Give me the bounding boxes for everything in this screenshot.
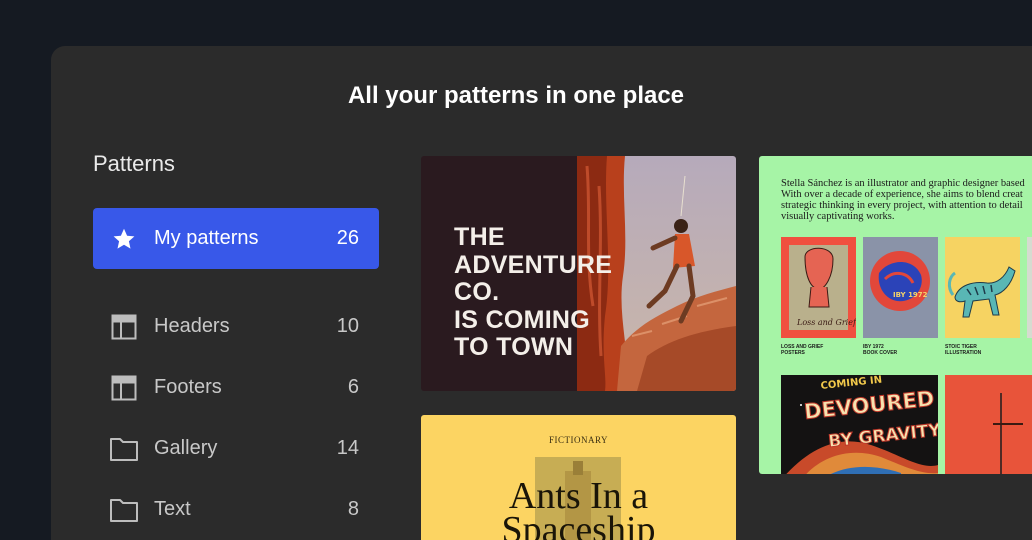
footer-layout-icon: [109, 373, 139, 403]
portfolio-thumb-orange: [945, 375, 1032, 474]
sidebar-item-text[interactable]: Text 8: [93, 479, 379, 540]
ants-publisher-label: FICTIONARY: [548, 435, 608, 445]
pattern-card-adventure[interactable]: THE ADVENTURE CO. IS COMING TO TOWN: [421, 156, 736, 391]
sidebar-item-label: Footers: [154, 376, 222, 398]
sidebar-title: Patterns: [93, 151, 175, 176]
portfolio-thumb-partial: [1027, 237, 1032, 338]
sidebar-item-label: Text: [154, 498, 191, 520]
sidebar-item-count: 6: [347, 376, 359, 398]
folder-icon: [109, 434, 139, 464]
portfolio-thumb-iby-1972: IBY 1972: [863, 237, 938, 338]
sidebar-item-label: Gallery: [154, 437, 218, 459]
sidebar-item-label: Headers: [154, 315, 230, 337]
svg-text:Loss and Grief: Loss and Grief: [796, 318, 856, 327]
sidebar-item-count: 8: [347, 498, 359, 520]
svg-text:IBY 1972: IBY 1972: [893, 291, 928, 299]
folder-icon: [109, 495, 139, 525]
sidebar-item-footers[interactable]: Footers 6: [93, 357, 379, 418]
pattern-card-portfolio[interactable]: Stella Sánchez is an illustrator and gra…: [759, 156, 1032, 474]
portfolio-thumb-devoured-by-gravity: COMING IN DEVOURED BY GRAVITY: [781, 375, 938, 474]
sidebar-item-gallery[interactable]: Gallery 14: [93, 418, 379, 479]
portfolio-thumb-loss-and-grief: Loss and Grief: [781, 237, 856, 338]
sidebar-item-label: My patterns: [154, 227, 259, 249]
sidebar-item-count: 26: [336, 227, 359, 249]
sidebar-item-count: 10: [336, 315, 359, 337]
star-icon: [109, 224, 139, 254]
header-layout-icon: [109, 312, 139, 342]
portfolio-caption: IBY 1972 BOOK COVER: [863, 344, 898, 356]
portfolio-caption: LOSS AND GRIEF POSTERS: [781, 344, 824, 356]
sidebar-item-headers[interactable]: Headers 10: [93, 296, 379, 357]
sidebar-item-my-patterns[interactable]: My patterns 26: [93, 208, 379, 269]
pattern-card-ants-in-a-spaceship[interactable]: FICTIONARY Ants In a Spaceship: [421, 415, 736, 540]
adventure-headline: THE ADVENTURE CO. IS COMING TO TOWN: [454, 223, 613, 361]
sidebar-item-count: 14: [336, 437, 359, 459]
ants-title: Ants In a Spaceship: [501, 475, 656, 540]
portfolio-caption: STOIC TIGER ILLUSTRATION: [945, 344, 982, 356]
portfolio-bio: Stella Sánchez is an illustrator and gra…: [781, 178, 1025, 222]
page-title: All your patterns in one place: [347, 82, 685, 109]
portfolio-thumb-stoic-tiger: [945, 237, 1020, 338]
